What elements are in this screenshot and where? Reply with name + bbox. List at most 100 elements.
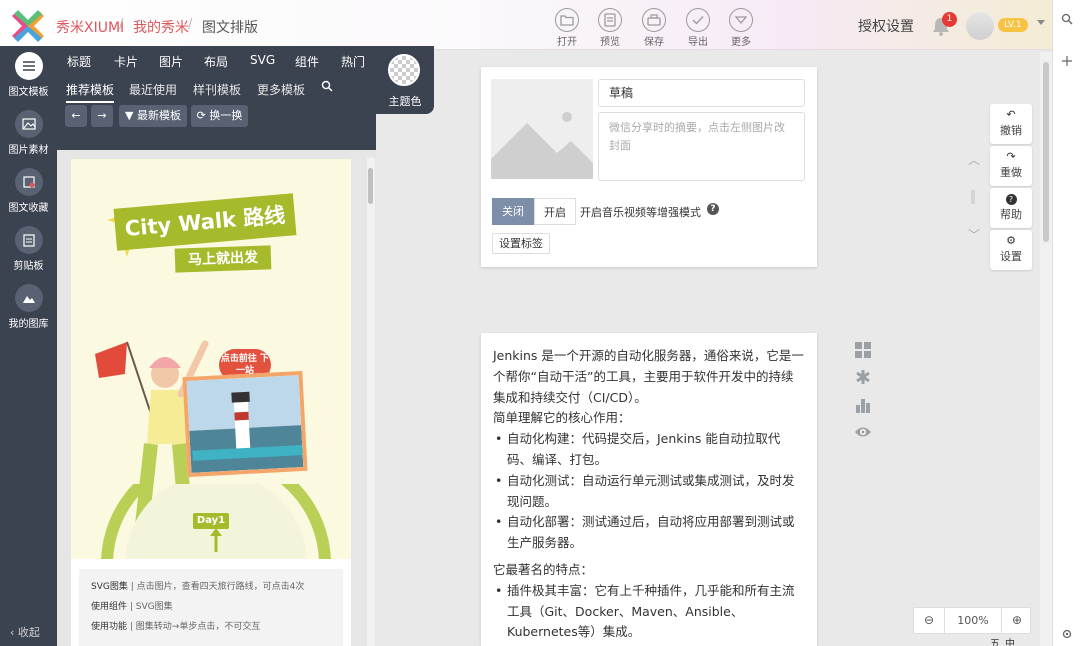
effect-tool[interactable]	[853, 367, 873, 387]
cover-image[interactable]	[491, 79, 593, 179]
help-button[interactable]: ? 帮助	[990, 188, 1032, 228]
grid-tool[interactable]	[853, 340, 873, 360]
collapse-button[interactable]: ‹ 收起	[10, 624, 40, 640]
plus-icon[interactable]	[1061, 55, 1073, 67]
brand-link[interactable]: 秀米XIUMI	[56, 17, 124, 37]
notification-badge: 1	[942, 12, 957, 27]
clipboard-icon	[22, 234, 35, 247]
mountain-icon	[22, 296, 35, 303]
tab-svg[interactable]: SVG	[250, 53, 275, 67]
preview-button[interactable]: 预览	[592, 8, 628, 48]
redo-button[interactable]: ↷ 重做	[990, 146, 1032, 186]
bar-chart-icon	[856, 399, 870, 413]
scroll-thumb[interactable]	[368, 168, 373, 204]
tab-recommended[interactable]: 推荐模板	[66, 81, 115, 103]
breadcrumb-current: 图文排版	[202, 20, 258, 36]
nav-clipboard[interactable]: 剪贴板	[0, 226, 57, 272]
title-input[interactable]: 草稿	[598, 79, 805, 107]
nav-favorites[interactable]: 图文收藏	[0, 168, 57, 214]
avatar[interactable]	[966, 12, 994, 40]
summary-input[interactable]: 微信分享时的摘要，点击左侧图片改封面	[598, 112, 805, 181]
scroll-thumb[interactable]	[1043, 62, 1049, 242]
paragraph: 它最著名的特点：	[493, 561, 594, 577]
tab-recent[interactable]: 最近使用	[129, 81, 177, 98]
undo-button[interactable]: ↶ 撤销	[990, 104, 1032, 144]
paragraph: Jenkins 是一个开源的自动化服务器，通俗来说，它是一个帮你“自动干活”的工…	[493, 348, 804, 405]
list-item: 自动化测试：自动运行单元测试或集成测试，及时发现问题。	[493, 471, 805, 513]
visibility-tool[interactable]	[853, 422, 873, 442]
set-tags-button[interactable]: 设置标签	[492, 233, 550, 254]
more-button[interactable]: 更多	[723, 8, 759, 48]
template-scrollbar[interactable]	[367, 158, 375, 646]
save-button[interactable]: 保存	[636, 8, 672, 48]
template-card[interactable]: City Walk 路线 马上就出发 点击前往 下一站 Day1 SVG图集 |…	[71, 159, 351, 646]
caret-down-icon[interactable]	[1037, 20, 1045, 25]
save-icon	[647, 14, 661, 26]
tab-more-templates[interactable]: 更多模板	[257, 81, 305, 98]
open-button[interactable]: 打开	[549, 8, 585, 48]
help-icon: ?	[990, 188, 1032, 206]
eye-icon	[855, 427, 871, 437]
breadcrumb-sep: /	[188, 17, 193, 32]
zoom-out-button[interactable]: ⊖	[914, 608, 944, 633]
level-badge: LV.1	[998, 18, 1028, 32]
tab-component[interactable]: 组件	[295, 53, 319, 70]
gear-icon: ⚙	[1006, 234, 1016, 247]
poster-title: City Walk 路线	[113, 193, 297, 251]
help-icon[interactable]: ?	[707, 203, 719, 215]
poster-subtitle: 马上就出发	[174, 245, 272, 273]
tab-image[interactable]: 图片	[159, 53, 183, 70]
prev-button[interactable]: ←	[65, 105, 87, 127]
zoom-value[interactable]: 100%	[944, 608, 1002, 633]
music-mode-label: 开启音乐视频等增强模式	[580, 206, 701, 219]
nav-images[interactable]: 图片素材	[0, 110, 57, 156]
toggle-on-button[interactable]: 开启	[534, 198, 576, 225]
lighthouse-photo	[182, 370, 308, 478]
tab-title[interactable]: 标题	[67, 53, 91, 70]
tab-sample[interactable]: 样刊模板	[193, 81, 241, 98]
undo-icon: ↶	[1006, 108, 1016, 121]
toggle-off-button[interactable]: 关闭	[492, 198, 534, 225]
theme-color-button[interactable]: 主题色	[376, 46, 434, 114]
xiumi-logo-icon[interactable]	[10, 8, 46, 44]
search-icon[interactable]	[1061, 13, 1073, 25]
card-description: SVG图集 | 点击图片，查看四天旅行路线，可点击4次 使用组件 | SVG图集…	[79, 569, 343, 646]
ime-chinese[interactable]: 中	[1005, 635, 1015, 646]
asterisk-icon	[856, 370, 870, 384]
next-button[interactable]: →	[91, 105, 113, 127]
arrow-left-icon: ←	[71, 109, 81, 122]
tab-card[interactable]: 卡片	[114, 53, 138, 70]
zoom-in-icon: ⊕	[1011, 613, 1023, 627]
nav-templates[interactable]: 图文模板	[0, 52, 57, 98]
stats-tool[interactable]	[853, 395, 873, 415]
breadcrumb-mine[interactable]: 我的秀米	[133, 17, 189, 37]
nav-gallery[interactable]: 我的图库	[0, 284, 57, 330]
chevron-up-icon[interactable]: ︿	[966, 151, 982, 168]
breadcrumb-sep: /	[119, 17, 124, 32]
zoom-in-button[interactable]: ⊕	[1002, 608, 1032, 633]
chevron-left-icon: ‹	[10, 626, 18, 639]
swap-button[interactable]: ⟳ 换一换	[191, 105, 248, 127]
ime-wubi[interactable]: 五	[990, 635, 1000, 646]
newest-templates-button[interactable]: ▼ 最新模板	[119, 105, 187, 127]
day-label: Day1	[193, 513, 229, 529]
list-item: 自动化部署：测试通过后，自动将应用部署到测试或生产服务器。	[493, 512, 805, 554]
chevron-down-icon[interactable]: ﹀	[966, 226, 982, 243]
gear-icon[interactable]	[1061, 628, 1073, 640]
editor-scrollbar[interactable]	[1040, 52, 1052, 646]
search-icon[interactable]	[321, 80, 333, 92]
auth-settings-link[interactable]: 授权设置	[858, 16, 914, 36]
article-content[interactable]: Jenkins 是一个开源的自动化服务器，通俗来说，它是一个帮你“自动干活”的工…	[481, 333, 817, 646]
paragraph: 简单理解它的核心作用：	[493, 410, 631, 426]
preview-icon	[604, 13, 616, 27]
pager-handle[interactable]	[971, 190, 975, 204]
zoom-control: ⊖ 100% ⊕	[913, 607, 1031, 634]
filter-icon: ▼	[125, 109, 137, 122]
tab-hot[interactable]: 热门	[341, 53, 365, 70]
export-button[interactable]: 导出	[680, 8, 716, 48]
image-icon	[21, 118, 36, 130]
chevron-down-icon	[735, 16, 747, 25]
checker-swatch	[388, 54, 420, 86]
tab-layout[interactable]: 布局	[204, 53, 228, 70]
settings-button[interactable]: ⚙ 设置	[990, 230, 1032, 270]
